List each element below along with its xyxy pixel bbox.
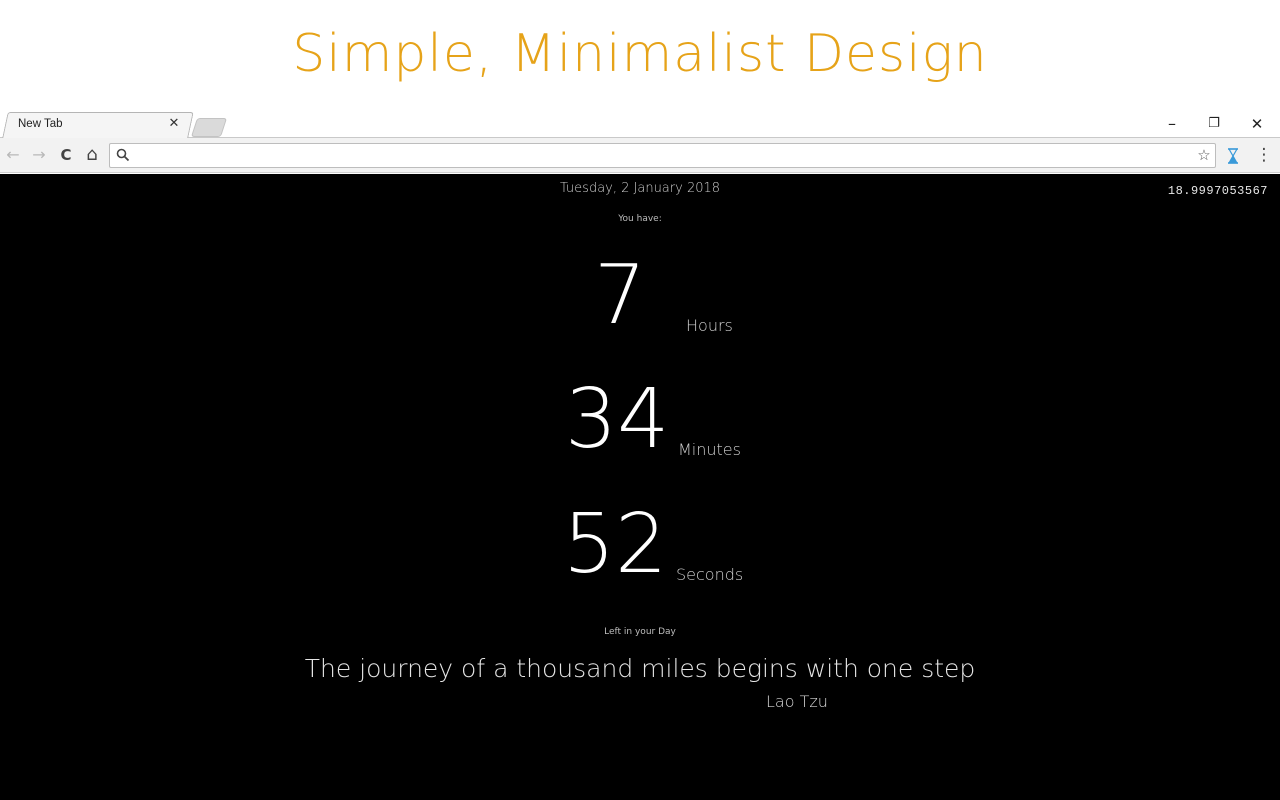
minimize-button[interactable]: –	[1152, 112, 1192, 136]
minutes-value: 34	[565, 372, 670, 467]
close-window-button[interactable]: ✕	[1237, 112, 1277, 136]
promo-headline: Simple, Minimalist Design	[292, 24, 988, 84]
hourglass-extension-icon[interactable]	[1225, 147, 1241, 165]
you-have-label: You have:	[618, 214, 662, 224]
quote-text: The journey of a thousand miles begins w…	[304, 654, 976, 683]
bookmark-star-icon[interactable]: ☆	[1194, 145, 1214, 165]
address-bar[interactable]	[109, 143, 1216, 168]
left-in-day-label: Left in your Day	[604, 627, 676, 637]
home-icon[interactable]: ⌂	[81, 144, 103, 166]
menu-icon[interactable]: ⋮	[1253, 144, 1275, 166]
new-tab-button[interactable]	[190, 118, 228, 137]
tab-title: New Tab	[18, 118, 63, 130]
seconds-label: Seconds	[676, 565, 744, 584]
reload-icon[interactable]: C	[55, 144, 77, 166]
date-label: Tuesday, 2 January 2018	[559, 181, 721, 196]
quote-author: Lao Tzu	[766, 692, 828, 711]
minutes-label: Minutes	[678, 440, 741, 459]
tab-close-icon[interactable]: ✕	[166, 116, 182, 132]
seconds-value: 52	[563, 497, 668, 592]
metric-readout: 18.9997053567	[1167, 184, 1268, 198]
hours-value: 7	[594, 248, 647, 343]
search-icon	[116, 148, 130, 162]
back-icon[interactable]: ←	[2, 144, 24, 166]
restore-button[interactable]: ❐	[1194, 112, 1234, 136]
forward-icon[interactable]: →	[28, 144, 50, 166]
hours-label: Hours	[686, 316, 733, 335]
